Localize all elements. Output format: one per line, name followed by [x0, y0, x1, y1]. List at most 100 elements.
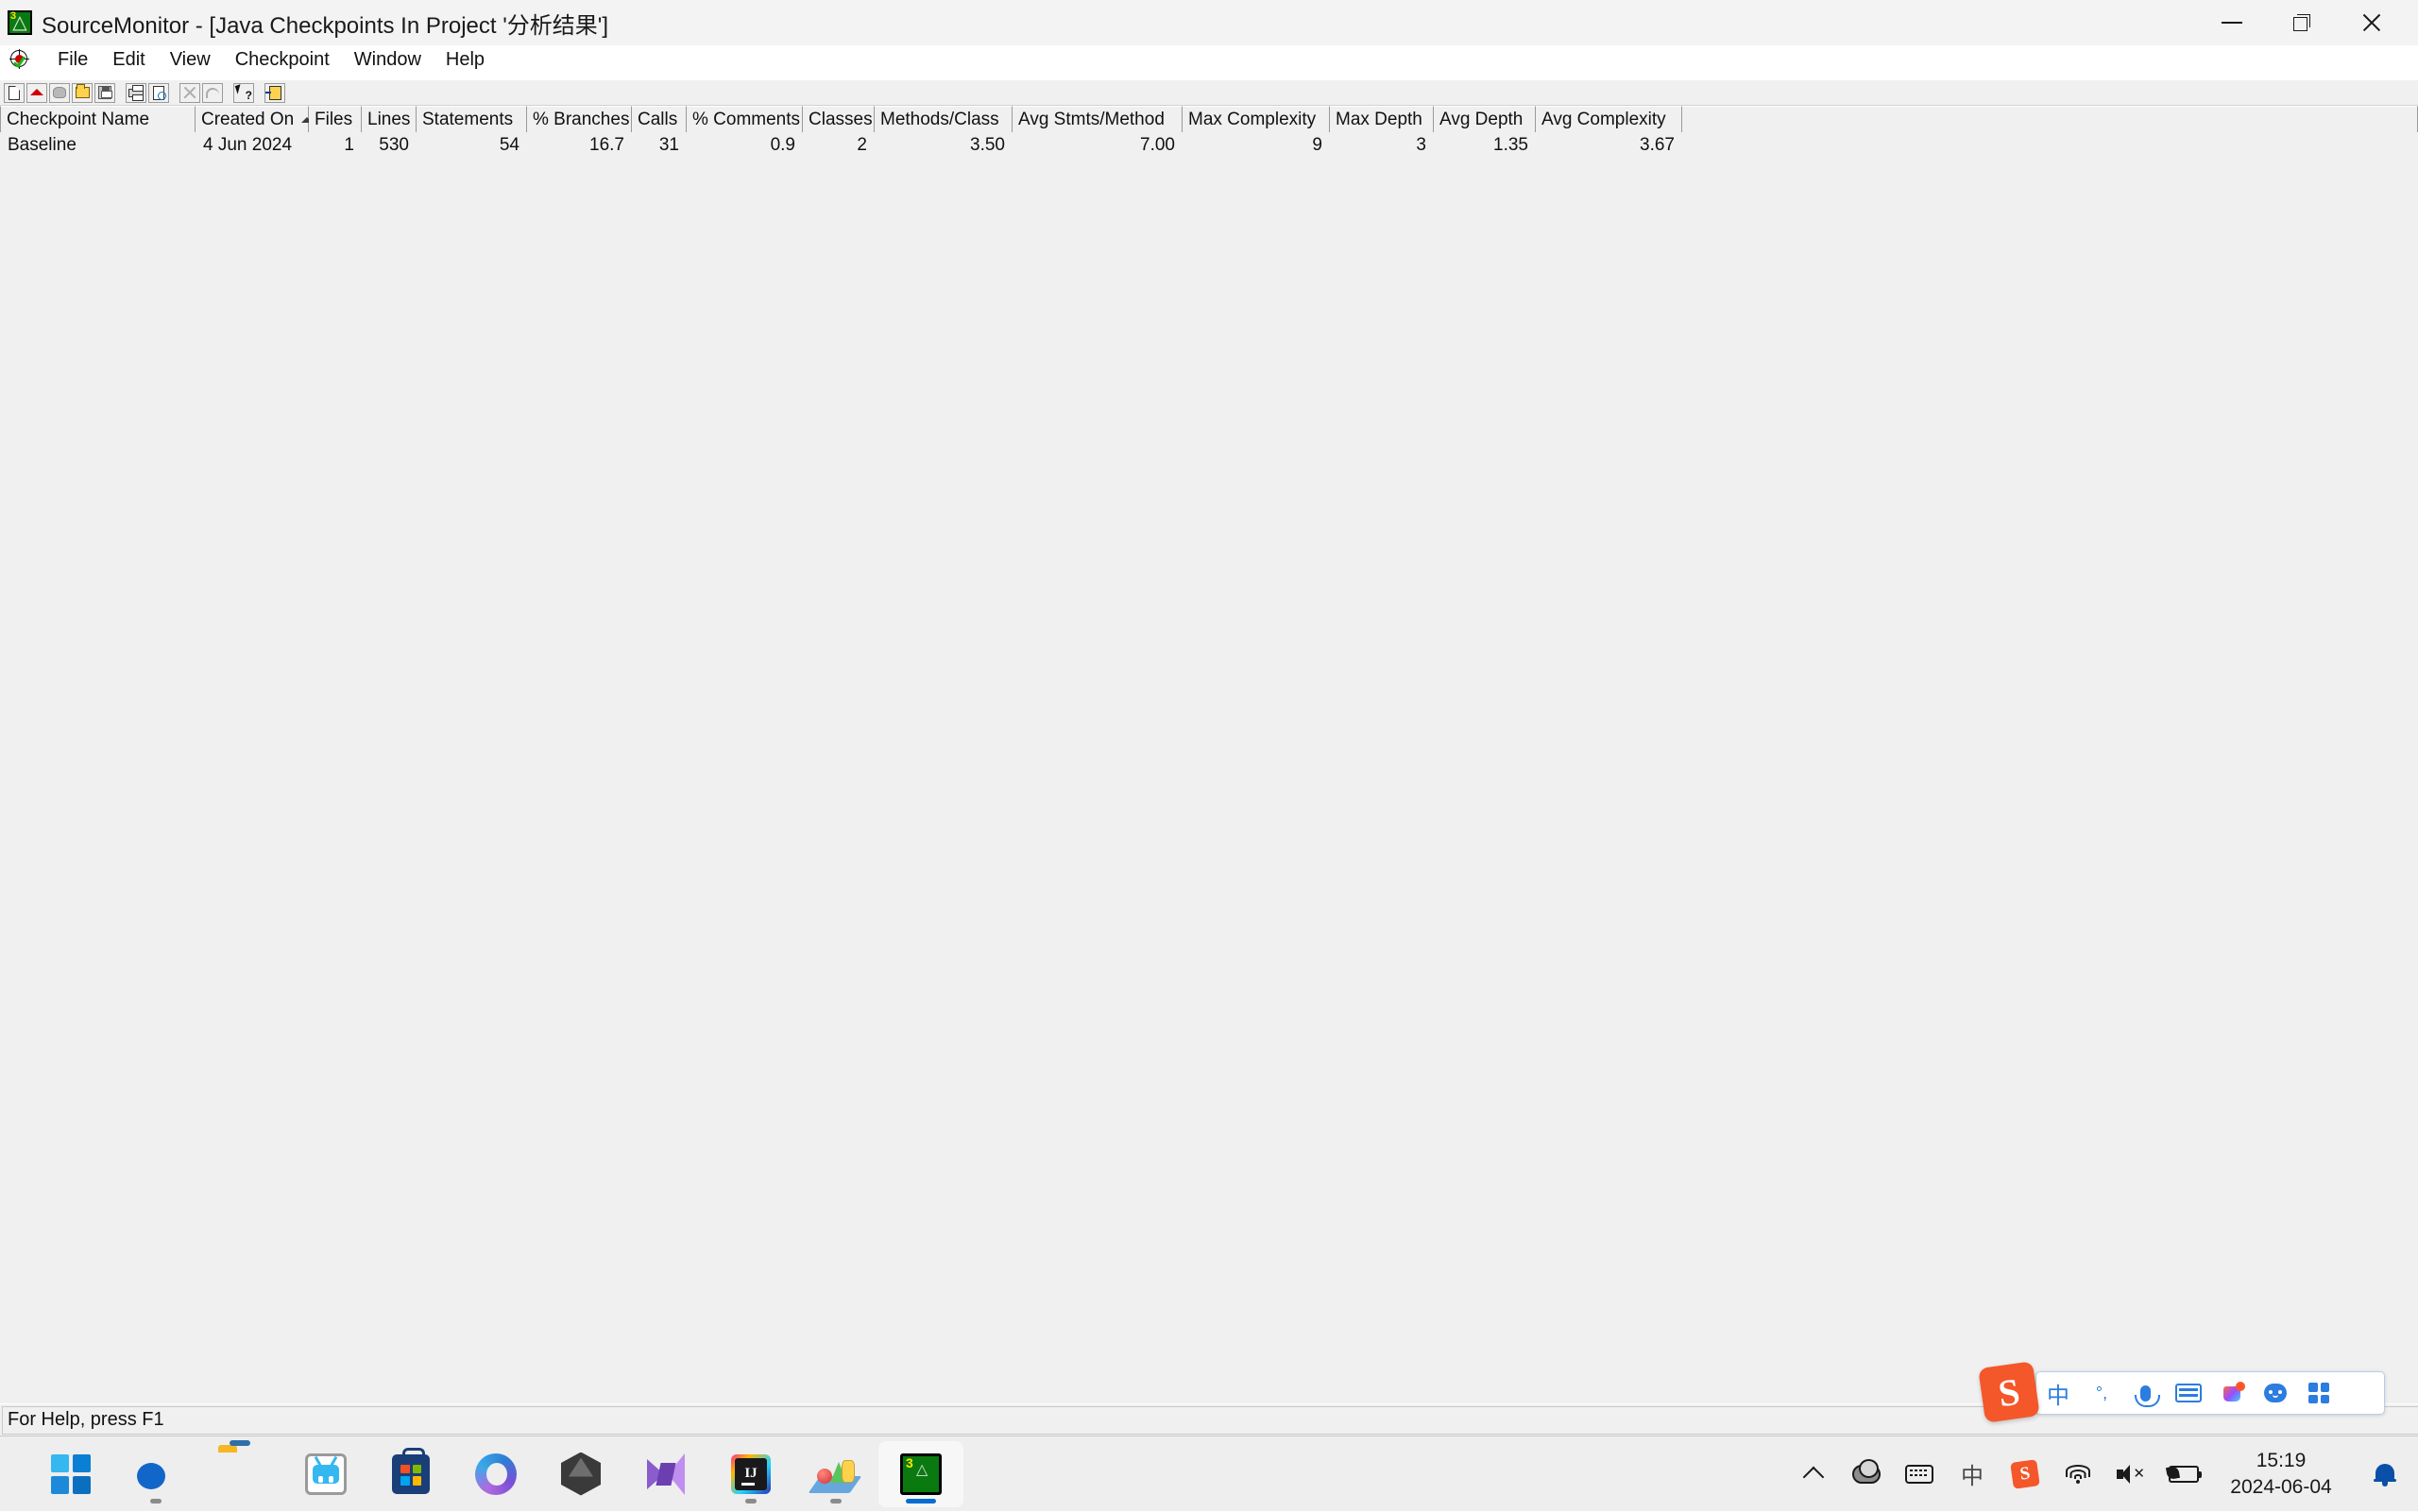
keyboard-icon: [2175, 1384, 2202, 1402]
column-header-filler: [1682, 106, 2418, 132]
taskbar-chart-app[interactable]: [793, 1441, 878, 1507]
cell-max-complexity: 9: [1312, 135, 1322, 155]
tray-network[interactable]: [2052, 1441, 2104, 1507]
tray-volume[interactable]: ✕: [2104, 1441, 2157, 1507]
toolbar: ?: [0, 80, 2418, 105]
column-header-avg-complexity[interactable]: Avg Complexity: [1536, 106, 1682, 132]
taskbar-intellij-idea[interactable]: IJ: [708, 1441, 793, 1507]
menu-item-window[interactable]: Window: [342, 46, 434, 74]
running-indicator: [150, 1498, 162, 1504]
active-indicator: [906, 1498, 936, 1504]
column-header-avg-stmts-per-method[interactable]: Avg Stmts/Method: [1013, 106, 1183, 132]
bilibili-icon: [305, 1453, 347, 1495]
clock-date: 2024-06-04: [2230, 1475, 2332, 1498]
cell-files: 1: [344, 135, 354, 155]
windows-taskbar: IJ 3 △ 中 S ✕ 15:19 2024-06-04: [0, 1436, 2418, 1511]
battery-saver-icon: [2165, 1465, 2202, 1483]
window-minimize-button[interactable]: [2197, 0, 2267, 45]
menu-item-file[interactable]: File: [45, 46, 100, 74]
window-restore-button[interactable]: [2267, 0, 2337, 45]
menu-bar: File Edit View Checkpoint Window Help ×: [0, 45, 2418, 117]
print-preview-icon[interactable]: [147, 82, 170, 104]
start-button[interactable]: [28, 1441, 113, 1507]
taskbar-hex-app[interactable]: [538, 1441, 623, 1507]
menu-item-checkpoint[interactable]: Checkpoint: [223, 46, 342, 74]
sogou-logo-icon[interactable]: S: [1978, 1361, 2040, 1423]
undo-icon: [201, 82, 224, 104]
cell-checkpoint-name: Baseline: [8, 135, 77, 155]
app-icon-compass-glyph: △: [12, 12, 27, 33]
ime-toolbox-button[interactable]: [2297, 1371, 2341, 1415]
column-header-avg-depth[interactable]: Avg Depth: [1434, 106, 1536, 132]
column-header-statements[interactable]: Statements: [417, 106, 527, 132]
column-header-max-depth[interactable]: Max Depth: [1330, 106, 1434, 132]
notifications-button[interactable]: [2352, 1441, 2418, 1507]
menu-item-edit[interactable]: Edit: [100, 46, 157, 74]
modify-checkpoint-icon: [48, 82, 71, 104]
save-project-icon[interactable]: [94, 82, 116, 104]
context-help-icon[interactable]: ?: [232, 82, 255, 104]
taskbar-microsoft-store[interactable]: [368, 1441, 453, 1507]
column-header-pct-comments[interactable]: % Comments: [687, 106, 803, 132]
column-header-lines[interactable]: Lines: [362, 106, 417, 132]
ime-punctuation-button[interactable]: °,: [2080, 1371, 2123, 1415]
sogou-ime-toolbar[interactable]: S 中 °,: [1978, 1361, 2385, 1423]
emoji-icon: [2264, 1384, 2287, 1402]
wifi-icon: [2065, 1464, 2091, 1484]
print-icon[interactable]: [125, 82, 147, 104]
cell-avg-depth: 1.35: [1493, 135, 1528, 155]
column-header-methods-per-class[interactable]: Methods/Class: [875, 106, 1013, 132]
new-checkpoint-icon[interactable]: [26, 82, 48, 104]
window-close-button[interactable]: [2337, 0, 2407, 45]
menu-item-view[interactable]: View: [158, 46, 223, 74]
tray-sogou-ime[interactable]: S: [1999, 1441, 2052, 1507]
taskbar-clock[interactable]: 15:19 2024-06-04: [2210, 1441, 2352, 1507]
checkpoint-target-icon[interactable]: [9, 49, 30, 70]
checkpoints-view: Checkpoint Name Created On Files Lines S…: [0, 105, 2418, 1403]
menu-item-help[interactable]: Help: [434, 46, 497, 74]
column-header-pct-branches[interactable]: % Branches: [527, 106, 632, 132]
keyboard-icon: [1905, 1464, 1933, 1484]
delete-icon: [179, 82, 201, 104]
ime-soft-keyboard-button[interactable]: [2167, 1371, 2210, 1415]
column-header-classes[interactable]: Classes: [803, 106, 875, 132]
skin-icon: [2221, 1382, 2245, 1402]
taskbar-visual-studio[interactable]: [623, 1441, 708, 1507]
close-icon: [2361, 12, 2382, 33]
ime-mode-chinese-button[interactable]: 中: [2036, 1371, 2080, 1415]
apps-grid-icon: [2308, 1383, 2329, 1403]
open-project-icon[interactable]: [71, 82, 94, 104]
taskbar-sourcemonitor[interactable]: 3 △: [878, 1440, 963, 1507]
cell-max-depth: 3: [1416, 135, 1426, 155]
exit-icon[interactable]: [264, 82, 286, 104]
tray-ime-mode[interactable]: 中: [1946, 1441, 1999, 1507]
cell-calls: 31: [658, 135, 679, 155]
cell-created-on: 4 Jun 2024: [203, 135, 293, 155]
ime-voice-input-button[interactable]: [2123, 1371, 2167, 1415]
cloud-icon: [1852, 1458, 1881, 1484]
chevron-up-icon: [1802, 1466, 1825, 1487]
volume-muted-icon: ✕: [2117, 1464, 2145, 1484]
show-hidden-icons[interactable]: [1787, 1441, 1840, 1507]
column-header-calls[interactable]: Calls: [632, 106, 687, 132]
taskbar-file-explorer[interactable]: [198, 1441, 283, 1507]
visual-studio-icon: [645, 1453, 687, 1495]
new-project-icon[interactable]: [3, 82, 26, 104]
column-header-checkpoint-name[interactable]: Checkpoint Name: [0, 106, 196, 132]
column-header-files[interactable]: Files: [309, 106, 362, 132]
cell-avg-stmts-per-method: 7.00: [1140, 135, 1175, 155]
tray-battery[interactable]: [2157, 1441, 2210, 1507]
tray-touch-keyboard[interactable]: [1893, 1441, 1946, 1507]
taskbar-microsoft-365[interactable]: [453, 1441, 538, 1507]
chart-3d-icon: [808, 1455, 862, 1493]
taskbar-bilibili[interactable]: [283, 1441, 368, 1507]
microphone-icon: [2134, 1385, 2160, 1407]
taskbar-edge[interactable]: [113, 1441, 198, 1507]
restore-icon: [2293, 14, 2310, 31]
column-header-created-on[interactable]: Created On: [196, 106, 314, 132]
tray-onedrive[interactable]: [1840, 1441, 1893, 1507]
column-header-max-complexity[interactable]: Max Complexity: [1183, 106, 1330, 132]
ime-skin-button[interactable]: [2210, 1371, 2254, 1415]
table-row[interactable]: Baseline 4 Jun 2024 1 530 54 16.7 31 0.9…: [0, 133, 2418, 158]
ime-emoji-button[interactable]: [2254, 1371, 2297, 1415]
